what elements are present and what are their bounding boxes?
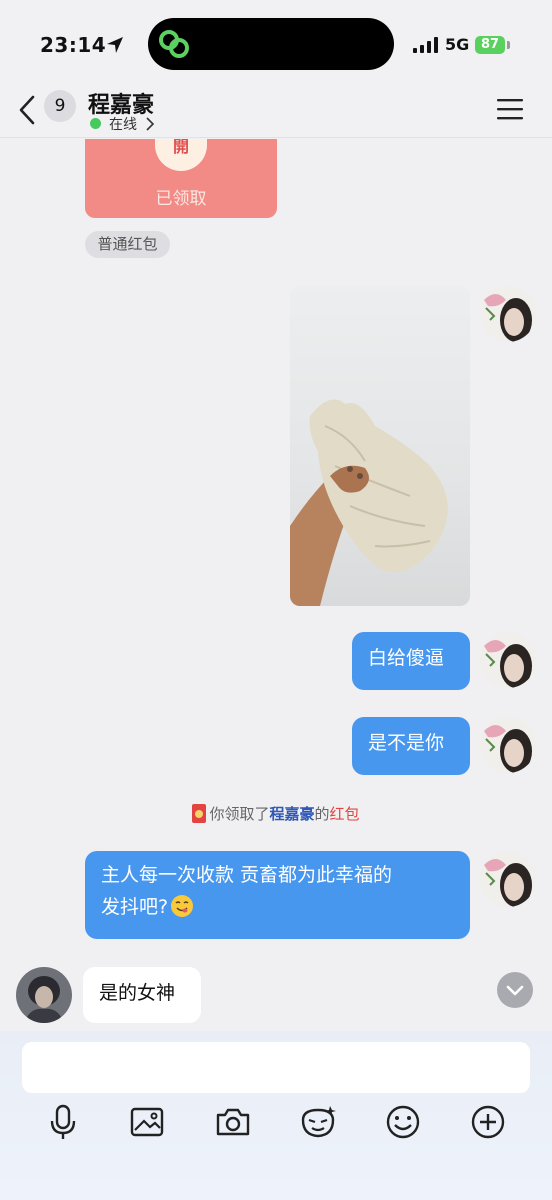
contact-avatar[interactable] [16, 967, 72, 1023]
red-packet-open-seal: 開 [155, 139, 207, 171]
link-rings-icon [159, 30, 189, 58]
system-notice-prefix: 你领取了 [209, 805, 270, 823]
sent-message-line: 发抖吧? [101, 896, 169, 918]
yum-emoji-icon [171, 895, 194, 917]
red-packet-status: 已领取 [155, 189, 207, 209]
cellular-signal-icon [413, 37, 438, 53]
my-avatar[interactable] [480, 717, 536, 773]
back-chevron-icon[interactable] [16, 94, 40, 126]
my-avatar[interactable] [480, 851, 536, 907]
menu-icon[interactable] [497, 98, 523, 120]
online-status-text[interactable]: 在线 [109, 114, 137, 134]
unread-count-badge[interactable]: 9 [44, 90, 76, 122]
sent-message-line: 主人每一次收款 贡畜都为此幸福的 [101, 864, 393, 886]
sent-photo[interactable] [290, 286, 470, 606]
red-packet-type-tag: 普通红包 [85, 231, 170, 258]
sent-message[interactable]: 白给傻逼 [352, 632, 470, 690]
message-input[interactable] [22, 1042, 530, 1093]
input-area [0, 1031, 552, 1200]
system-notice-middle: 的 [314, 805, 330, 823]
camera-icon[interactable] [213, 1102, 253, 1142]
system-notice-contact[interactable]: 程嘉豪 [269, 805, 314, 823]
chevron-right-icon[interactable] [145, 117, 155, 131]
dynamic-island [148, 18, 394, 70]
image-icon[interactable] [128, 1102, 168, 1142]
battery-tip [507, 41, 510, 49]
emoji-icon[interactable] [383, 1102, 423, 1142]
red-packet-icon [192, 804, 207, 823]
battery-level: 87 [475, 36, 505, 54]
chat-header: 9 程嘉豪 在线 [0, 90, 552, 138]
plus-icon[interactable] [468, 1102, 508, 1142]
received-message[interactable]: 是的女神 [83, 967, 201, 1023]
photo-content [290, 399, 448, 606]
status-bar: 23:14 5G 87 [0, 0, 552, 90]
sent-message[interactable]: 是不是你 [352, 717, 470, 775]
status-time: 23:14 [40, 33, 107, 57]
sent-message[interactable]: 主人每一次收款 贡畜都为此幸福的 发抖吧? [85, 851, 470, 939]
my-avatar[interactable] [480, 286, 536, 342]
scroll-to-bottom-button[interactable] [497, 972, 533, 1008]
online-status-dot [90, 118, 101, 129]
system-notice: 你领取了程嘉豪的红包 [0, 803, 552, 824]
message-list[interactable]: 開 已领取 普通红包 白给傻逼 是不是你 你领取了程嘉豪的红包 主人每一次收款 … [0, 139, 552, 1031]
chevron-down-icon [506, 985, 524, 996]
sticker-icon[interactable] [298, 1102, 338, 1142]
my-avatar[interactable] [480, 632, 536, 688]
red-packet-card[interactable]: 開 已领取 [85, 139, 277, 218]
sent-message-line-2: 发抖吧? [101, 891, 454, 923]
microphone-icon[interactable] [43, 1102, 83, 1142]
red-packet-seal-char: 開 [172, 139, 189, 156]
network-type: 5G [445, 35, 470, 54]
location-arrow-icon [107, 37, 123, 53]
system-notice-red-packet-link[interactable]: 红包 [330, 805, 360, 823]
